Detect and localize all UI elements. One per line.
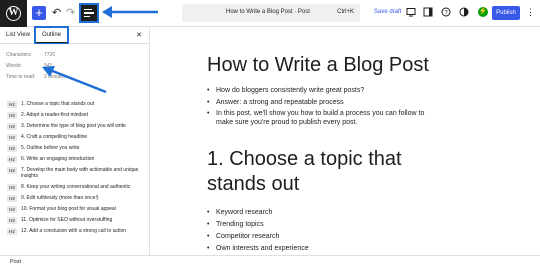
breadcrumb[interactable]: Post [10,259,21,265]
sidebar-tabs: List View Outline ✕ [0,26,150,44]
settings-panel-icon[interactable] [423,7,433,19]
annotation-arrow-icon [102,6,158,18]
save-draft-button[interactable]: Save draft [374,9,401,15]
styles-icon[interactable] [459,7,469,19]
preview-icon[interactable] [406,7,416,19]
section-heading[interactable]: 1. Choose a topic that stands out [207,147,437,197]
close-icon[interactable]: ✕ [136,31,142,39]
annotation-arrow-icon [42,66,107,94]
wordpress-logo-button[interactable]: W [0,0,27,27]
more-options-icon[interactable]: ⋮ [526,6,535,18]
list-item[interactable]: In this post, we'll show you how to buil… [207,110,437,127]
undo-icon[interactable]: ↶ [52,6,61,19]
list-item[interactable]: Own interests and experience [207,245,309,254]
list-item[interactable]: Answer: a strong and repeatable process [207,99,437,108]
add-block-button[interactable]: + [32,6,46,20]
help-icon[interactable]: ? [441,7,451,19]
topic-list[interactable]: Keyword research Trending topics Competi… [207,209,309,255]
tab-list-view[interactable]: List View [6,27,30,44]
document-overview-button[interactable] [79,3,99,23]
list-item[interactable]: Keyword research [207,209,309,218]
command-palette-bar[interactable]: How to Write a Blog Post · Post Ctrl+K [182,4,360,22]
editor-canvas[interactable]: How to Write a Blog Post How do bloggers… [151,27,540,255]
document-title: How to Write a Blog Post · Post [226,9,310,15]
redo-icon[interactable]: ↷ [66,6,75,19]
list-item[interactable]: How do bloggers consistently write great… [207,87,437,96]
stat-characters: Characters: 7720 [6,52,56,58]
wordpress-icon: W [6,6,21,21]
list-item[interactable]: Trending topics [207,221,309,230]
document-overview-sidebar: List View Outline ✕ Characters: 7720 Wor… [0,26,150,255]
intro-list[interactable]: How do bloggers consistently write great… [207,87,437,130]
jetpack-icon[interactable]: ⚡ [478,7,488,17]
list-item[interactable]: Competitor research [207,233,309,242]
tab-outline[interactable]: Outline [34,26,70,44]
block-breadcrumb-bar: Post [0,255,540,267]
post-title[interactable]: How to Write a Blog Post [207,54,429,77]
publish-button[interactable]: Publish [492,6,520,20]
keyboard-shortcut: Ctrl+K [337,9,354,15]
editor-top-toolbar: W + ↶ ↷ How to Write a Blog Post · Post … [0,0,540,27]
